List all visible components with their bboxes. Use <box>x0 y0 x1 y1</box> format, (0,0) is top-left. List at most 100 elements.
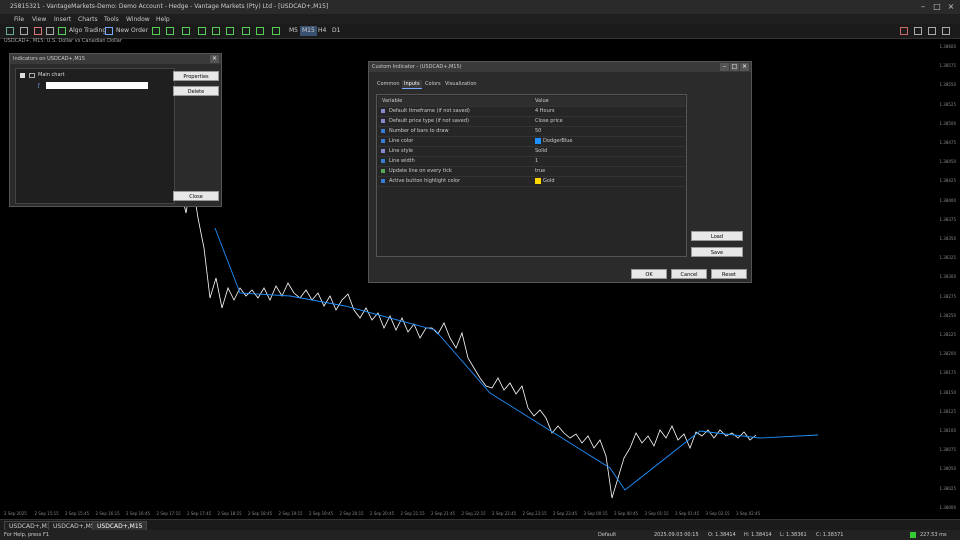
title-bar: 25815321 - VantageMarkets-Demo: Demo Acc… <box>0 0 960 15</box>
zoom-in-icon[interactable] <box>198 27 206 35</box>
time-tick-label: 3 Sep 02:15 <box>705 511 730 516</box>
tab-common[interactable]: Common <box>377 81 400 87</box>
bar-chart-icon[interactable] <box>152 27 160 35</box>
input-row[interactable]: Active button highlight color Gold <box>378 176 685 187</box>
tree-expand-icon[interactable] <box>20 73 25 78</box>
input-value[interactable]: Close price <box>535 116 563 126</box>
input-value[interactable]: true <box>535 166 545 176</box>
input-value[interactable]: Solid <box>535 146 547 156</box>
input-value[interactable]: DodgerBlue <box>543 136 572 146</box>
save-button[interactable]: Save <box>691 247 743 257</box>
load-button[interactable]: Load <box>691 231 743 241</box>
time-tick-label: 3 Sep 01:15 <box>644 511 669 516</box>
close-icon[interactable]: × <box>740 63 749 71</box>
status-time: 2025.09.03 00:15 <box>654 532 699 538</box>
status-profile[interactable]: Default <box>598 532 616 538</box>
new-chart-icon[interactable] <box>6 27 14 35</box>
properties-button[interactable]: Properties <box>173 71 219 81</box>
time-tick-label: 2 Sep 22:15 <box>461 511 486 516</box>
chart-shift-icon[interactable] <box>256 27 264 35</box>
input-value[interactable]: Gold <box>543 176 555 186</box>
market-watch-icon[interactable] <box>34 27 42 35</box>
profiles-icon[interactable] <box>20 27 28 35</box>
maximize-icon[interactable]: □ <box>730 63 739 71</box>
menu-window[interactable]: Window <box>126 16 150 23</box>
menu-view[interactable]: View <box>32 16 46 23</box>
input-name: Default timeframe (if not saved) <box>389 108 470 114</box>
time-tick-label: 3 Sep 01:45 <box>675 511 700 516</box>
indicators-dialog: Indicators on USDCAD+,M15 × Main chart ƒ… <box>9 53 222 207</box>
candles-icon[interactable] <box>166 27 174 35</box>
status-close: C: 1.38371 <box>816 532 844 538</box>
menu-file[interactable]: File <box>14 16 24 23</box>
algo-trading-icon[interactable] <box>58 27 66 35</box>
minimize-icon[interactable]: – <box>916 2 930 12</box>
price-tick-label: 1.38275 <box>939 293 956 299</box>
tab-inputs[interactable]: Inputs <box>402 80 422 89</box>
tab-visualization[interactable]: Visualization <box>445 81 477 87</box>
time-tick-label: 2 Sep 16:15 <box>95 511 120 516</box>
input-value[interactable]: 1 <box>535 156 538 166</box>
close-button[interactable]: Close <box>173 191 219 201</box>
color-swatch[interactable] <box>535 138 541 144</box>
tab-colors[interactable]: Colors <box>425 81 441 87</box>
price-tick-label: 1.38025 <box>939 485 956 491</box>
status-open: O: 1.38414 <box>708 532 736 538</box>
tree-root-label[interactable]: Main chart <box>38 72 65 78</box>
menu-tools[interactable]: Tools <box>104 16 119 23</box>
minimize-icon[interactable]: – <box>720 63 729 71</box>
tf-m5[interactable]: M5 <box>287 26 300 36</box>
indicators-dialog-title: Indicators on USDCAD+,M15 <box>13 56 86 62</box>
menu-insert[interactable]: Insert <box>54 16 71 23</box>
color-swatch[interactable] <box>535 178 541 184</box>
maximize-icon[interactable]: □ <box>930 2 944 12</box>
price-tick-label: 1.38000 <box>939 504 956 510</box>
ok-button[interactable]: OK <box>631 269 667 279</box>
chart-window-icon <box>29 73 35 78</box>
line-chart-icon[interactable] <box>182 27 190 35</box>
input-type-icon <box>381 169 385 173</box>
input-value[interactable]: 4 Hours <box>535 106 554 116</box>
autoscroll-icon[interactable] <box>242 27 250 35</box>
close-icon[interactable]: × <box>944 2 958 12</box>
input-name: Number of bars to draw <box>389 128 449 134</box>
alert-icon[interactable] <box>900 27 908 35</box>
price-tick-label: 1.38525 <box>939 101 956 107</box>
window-title: 25815321 - VantageMarkets-Demo: Demo Acc… <box>10 3 329 10</box>
delete-button[interactable]: Delete <box>173 86 219 96</box>
close-icon[interactable]: × <box>210 55 219 63</box>
time-tick-label: 3 Sep 00:15 <box>583 511 608 516</box>
signals-icon[interactable] <box>928 27 936 35</box>
indicator-tree-item[interactable] <box>46 82 148 89</box>
time-tick-label: 2 Sep 16:45 <box>126 511 151 516</box>
price-tick-label: 1.38075 <box>939 447 956 453</box>
price-tick-label: 1.38325 <box>939 255 956 261</box>
time-tick-label: 2 Sep 18:45 <box>248 511 273 516</box>
new-order-button[interactable]: New Order <box>116 26 148 36</box>
tf-d1[interactable]: D1 <box>330 26 342 36</box>
properties-dialog-title: Custom Indicator - (USDCAD+,M15) <box>372 64 462 70</box>
algo-trading-button[interactable]: Algo Trading <box>69 26 106 36</box>
reset-button[interactable]: Reset <box>711 269 747 279</box>
price-tick-label: 1.38300 <box>939 274 956 280</box>
time-tick-label: 2 Sep 20:15 <box>339 511 364 516</box>
time-tick-label: 2 Sep 17:45 <box>187 511 212 516</box>
search-icon[interactable] <box>914 27 922 35</box>
navigator-icon[interactable] <box>46 27 54 35</box>
input-name: Line style <box>389 148 413 154</box>
account-icon[interactable] <box>942 27 950 35</box>
new-order-icon[interactable] <box>105 27 113 35</box>
tf-h4[interactable]: H4 <box>316 26 328 36</box>
grid-icon[interactable] <box>226 27 234 35</box>
col-value-header: Value <box>535 98 549 104</box>
properties-dialog-caption: Custom Indicator - (USDCAD+,M15) – □ × <box>369 62 751 72</box>
col-variable-header: Variable <box>382 98 403 104</box>
menu-help[interactable]: Help <box>156 16 170 23</box>
cancel-button[interactable]: Cancel <box>671 269 707 279</box>
zoom-out-icon[interactable] <box>212 27 220 35</box>
tf-m15[interactable]: M15 <box>300 26 317 36</box>
time-tick-label: 2 Sep 22:45 <box>492 511 517 516</box>
menu-charts[interactable]: Charts <box>78 16 98 23</box>
input-value[interactable]: 50 <box>535 126 541 136</box>
indicators-icon[interactable] <box>272 27 280 35</box>
